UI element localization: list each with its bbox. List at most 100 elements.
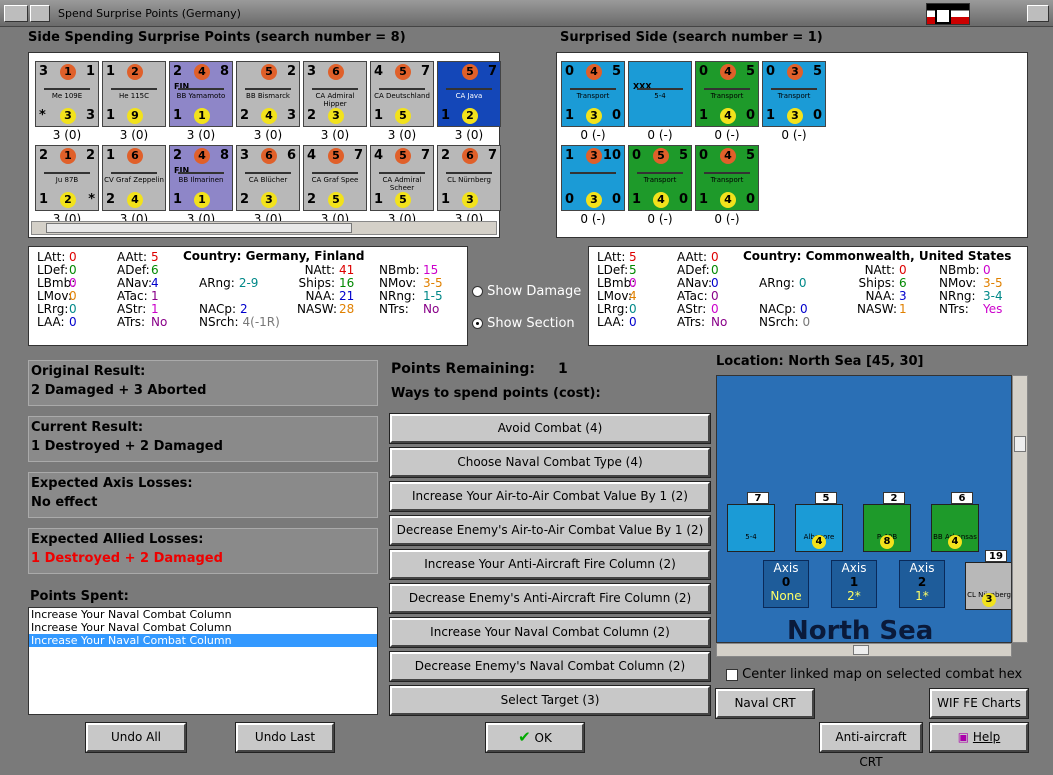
undo-all-button[interactable]: Undo All [86,723,186,752]
left-units-scrollbar[interactable] [31,221,497,235]
axis-combat-box[interactable]: Axis 2 1* [899,560,945,608]
scroll-thumb[interactable] [853,645,869,655]
counter-mid: 5 [395,148,411,164]
map-unit-counter[interactable]: BB Arkansas 4 [931,504,979,552]
counter-tr: 7 [487,64,497,79]
counter-mid: 1 [60,148,76,164]
unit-counter[interactable]: 1 1 2 9 He 115C 3 (0) [102,61,166,143]
counter-bl: 2 [307,192,317,207]
naval-crt-button[interactable]: Naval CRT [716,689,814,718]
unit-silhouette-icon [379,84,425,90]
unit-counter[interactable]: 4 7 1 5 5 CA Admiral Scheer 3 (0) [370,145,434,227]
axis-box-sub: 2* [847,589,861,603]
axis-combat-box[interactable]: Axis 1 2* [831,560,877,608]
counter-name: CA Blücher [248,176,288,184]
center-link-checkbox[interactable]: Center linked map on selected combat hex [726,667,1022,682]
map-unit-counter[interactable]: 5-4 [727,504,775,552]
unit-counter[interactable]: 0 5 1 0 3 3 Transport 0 (-) [762,61,826,143]
unit-counter[interactable]: 1 2 6 4 CV Graf Zeppelin 3 (0) [102,145,166,227]
unit-counter[interactable]: 1 10 0 0 3 3 0 (-) [561,145,625,227]
map-unit-counter[interactable]: CL Nürnberg3 [965,562,1011,610]
points-spent-list[interactable]: Increase Your Naval Combat Column Increa… [28,607,378,715]
info-row: LAA: 0 ATrs: No [37,316,217,329]
unit-counter[interactable]: 2 2 1 * 1 2 Ju 87B 3 (0) [35,145,99,227]
show-section-radio[interactable]: Show Section [472,316,575,331]
counter-mid: 6 [462,148,478,164]
choose-naval-combat-type-button[interactable]: Choose Naval Combat Type (4) [390,448,710,477]
counter-tl: 2 [173,148,183,163]
map-horizontal-scrollbar[interactable] [716,643,1012,657]
list-item[interactable]: Increase Your Naval Combat Column [29,621,377,634]
counter-bot: 5 [395,108,411,124]
increase-air-to-air-button[interactable]: Increase Your Air-to-Air Combat Value By… [390,482,710,511]
help-book-icon: ▣ [957,730,970,744]
minimize-button[interactable] [30,5,50,22]
counter-br: 0 [745,108,755,123]
decrease-enemy-naval-combat-column-button[interactable]: Decrease Enemy's Naval Combat Column (2) [390,652,710,681]
unit-counter[interactable]: 4 7 2 5 5 CA Graf Spee 3 (0) [303,145,367,227]
unit-counter[interactable]: 0 5 1 0 4 4 Transport 0 (-) [695,145,759,227]
counter-bl: 2 [240,192,250,207]
unit-counter[interactable]: 3 2 6 3 CA Admiral Hipper 3 (0) [303,61,367,143]
counter-tr: 2 [286,64,296,79]
info-value: 4 [151,276,159,290]
scroll-thumb[interactable] [1014,436,1026,452]
show-damage-radio[interactable]: Show Damage [472,284,581,299]
avoid-combat-button[interactable]: Avoid Combat (4) [390,414,710,443]
map-unit-counter[interactable]: P-40B8 [863,504,911,552]
info-value: 41 [339,263,355,277]
unit-counter[interactable]: 0 5 1 0 4 3 Transport 0 (-) [561,61,625,143]
unit-counter[interactable]: 2 8 1 4 1 BB Yamamoto FIN 3 (0) [169,61,233,143]
select-target-button[interactable]: Select Target (3) [390,686,710,715]
unit-counter[interactable]: 5-4 XXX 0 (-) [628,61,692,143]
help-button[interactable]: ▣ Help [930,723,1028,752]
unit-counter[interactable]: 0 5 1 0 4 4 Transport 0 (-) [695,61,759,143]
counter-bot: 5 [328,192,344,208]
counter-bot: 1 [194,108,210,124]
counter-bl: 1 [441,108,451,123]
info-value: 21 [339,289,355,303]
map-vertical-scrollbar[interactable] [1012,375,1028,643]
wif-charts-button[interactable]: WIF FE Charts [930,689,1028,718]
decrease-enemy-air-to-air-button[interactable]: Decrease Enemy's Air-to-Air Combat Value… [390,516,710,545]
list-item[interactable]: Increase Your Naval Combat Column [29,634,377,647]
unit-counter[interactable]: 3 6 2 6 3 CA Blücher 3 (0) [236,145,300,227]
counter-bot: 4 [127,192,143,208]
unit-counter[interactable]: 2 7 1 6 3 CL Nürnberg 3 (0) [437,145,501,227]
unit-counter-face: 0 5 1 0 4 3 Transport [561,61,625,127]
increase-naval-combat-column-button[interactable]: Increase Your Naval Combat Column (2) [390,618,710,647]
counter-caption: 3 (0) [52,128,82,142]
counter-mid: 4 [586,64,602,80]
info-value: 0 [711,289,719,303]
counter-name: Transport [710,92,744,100]
list-item[interactable]: Increase Your Naval Combat Column [29,608,377,621]
unit-counter[interactable]: 2 2 3 5 4 BB Bismarck 3 (0) [236,61,300,143]
increase-anti-aircraft-button[interactable]: Increase Your Anti-Aircraft Fire Column … [390,550,710,579]
counter-tl: 2 [39,148,49,163]
unit-counter[interactable]: 2 8 1 4 1 BB Ilmarinen FIN 3 (0) [169,145,233,227]
info-label: LAA: [597,315,625,329]
system-menu-button[interactable] [4,5,28,22]
undo-last-button[interactable]: Undo Last [236,723,334,752]
current-result-section: Current Result: 1 Destroyed + 2 Damaged [28,416,378,462]
decrease-enemy-anti-aircraft-button[interactable]: Decrease Enemy's Anti-Aircraft Fire Colu… [390,584,710,613]
counter-name: Transport [710,176,744,184]
unit-counter[interactable]: 3 1 * 3 1 3 Me 109E 3 (0) [35,61,99,143]
counter-bot: 1 [194,192,210,208]
map-unit-counter[interactable]: Albacore4 [795,504,843,552]
ok-button[interactable]: ✔ OK [486,723,584,752]
counter-name: CA Admiral Scheer [382,176,422,192]
scroll-thumb[interactable] [46,223,352,233]
close-button[interactable] [1027,5,1049,22]
counter-bl: * [39,108,46,123]
unit-counter[interactable]: 7 1 5 2 CA Java 3 (0) [437,61,501,143]
axis-combat-box[interactable]: Axis 0 None [763,560,809,608]
counter-tl: 0 [632,148,642,163]
counter-tl: 4 [374,64,384,79]
map-view[interactable]: North Sea 5-47Albacore45P-40B82BB Arkans… [716,375,1012,643]
anti-aircraft-crt-button[interactable]: Anti-aircraft CRT [820,723,922,769]
info-label: NACp: [759,302,797,316]
unit-counter-face: 2 2 3 5 4 BB Bismarck [236,61,300,127]
unit-counter[interactable]: 0 5 1 0 5 4 Transport 0 (-) [628,145,692,227]
unit-counter[interactable]: 4 7 1 5 5 CA Deutschland 3 (0) [370,61,434,143]
